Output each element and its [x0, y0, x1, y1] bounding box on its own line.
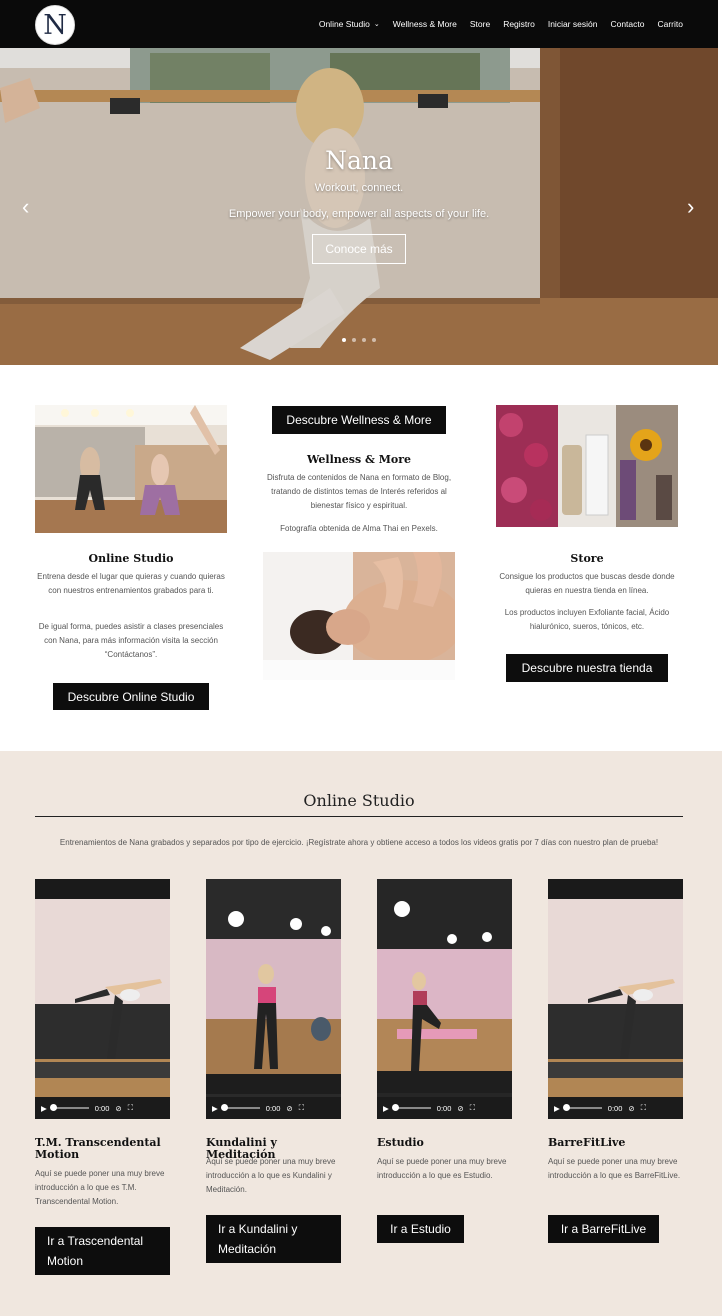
card-text: Aquí se puede poner una muy breve introd… [35, 1169, 165, 1206]
hero-description: Empower your body, empower all aspects o… [228, 208, 490, 220]
slider-next-icon[interactable]: › [687, 196, 694, 218]
play-icon[interactable]: ▶ [41, 1104, 47, 1113]
fullscreen-icon[interactable]: ⛶ [470, 1103, 475, 1113]
video-player[interactable]: ▶ 0:00 ⊘ ⛶ [377, 879, 512, 1119]
video-controls: ▶ 0:00 ⊘ ⛶ [206, 1097, 341, 1119]
store-text-2: Los productos incluyen Exfoliante facial… [504, 608, 670, 631]
progress-slider[interactable] [391, 1104, 431, 1111]
wellness-text-2: Fotografía obtenida de Alma Thai en Pexe… [280, 524, 438, 533]
slider-dot[interactable] [372, 338, 376, 342]
nav-store[interactable]: Store [470, 19, 490, 29]
store-image [496, 405, 678, 527]
progress-slider[interactable] [49, 1104, 89, 1111]
video-thumbnail [548, 879, 683, 1119]
chevron-down-icon: ⌄ [373, 21, 380, 28]
progress-slider[interactable] [220, 1104, 260, 1111]
wellness-title: Wellness & More [306, 453, 412, 466]
video-controls: ▶ 0:00 ⊘ ⛶ [548, 1097, 683, 1119]
video-time: 0:00 [436, 1103, 452, 1113]
site-header: N Online Studio ⌄ Wellness & More Store R… [0, 0, 718, 48]
store-text-1: Consigue los productos que buscas desde … [499, 572, 675, 595]
online-studio-title: Online Studio [88, 552, 174, 565]
ir-trascendental-button[interactable]: Ir a Trascendental Motion [35, 1227, 170, 1275]
video-player[interactable]: ▶ 0:00 ⊘ ⛶ [548, 879, 683, 1119]
mute-icon[interactable]: ⊘ [628, 1104, 634, 1113]
online-studio-text-1: Entrena desde el lugar que quieras y cua… [37, 572, 225, 595]
logo-letter: N [43, 9, 67, 41]
descubre-online-studio-button[interactable]: Descubre Online Studio [53, 683, 209, 710]
nav-online-studio[interactable]: Online Studio ⌄ [319, 19, 380, 29]
slider-dots [342, 338, 376, 342]
descubre-wellness-button[interactable]: Descubre Wellness & More [272, 406, 446, 434]
video-thumbnail [206, 879, 341, 1119]
wellness-image [263, 552, 455, 680]
slider-dot[interactable] [342, 338, 346, 342]
hero-overlay [0, 48, 718, 365]
slider-prev-icon[interactable]: ‹ [22, 196, 29, 218]
fullscreen-icon[interactable]: ⛶ [299, 1103, 304, 1113]
video-thumbnail [35, 879, 170, 1119]
mute-icon[interactable]: ⊘ [286, 1104, 292, 1113]
mute-icon[interactable]: ⊘ [115, 1104, 121, 1113]
card-text: Aquí se puede poner una muy breve introd… [377, 1157, 507, 1180]
hero-slider: Nana Workout, connect. Empower your body… [0, 48, 718, 365]
video-controls: ▶ 0:00 ⊘ ⛶ [377, 1097, 512, 1119]
online-studio-text-2: De igual forma, puedes asistir a clases … [38, 622, 224, 659]
card-title: Estudio [377, 1136, 424, 1149]
play-icon[interactable]: ▶ [554, 1104, 560, 1113]
descubre-tienda-button[interactable]: Descubre nuestra tienda [506, 654, 668, 682]
section-title: Online Studio [303, 791, 415, 810]
play-icon[interactable]: ▶ [212, 1104, 218, 1113]
section-intro: Entrenamientos de Nana grabados y separa… [59, 838, 659, 847]
store-title: Store [570, 552, 604, 565]
mute-icon[interactable]: ⊘ [457, 1104, 463, 1113]
video-thumbnail [377, 879, 512, 1119]
card-text: Aquí se puede poner una muy breve introd… [548, 1157, 681, 1180]
fullscreen-icon[interactable]: ⛶ [128, 1103, 133, 1113]
online-studio-section: Online Studio Entrenamientos de Nana gra… [0, 751, 722, 1316]
fullscreen-icon[interactable]: ⛶ [641, 1103, 646, 1113]
nav-wellness[interactable]: Wellness & More [393, 19, 457, 29]
video-player[interactable]: ▶ 0:00 ⊘ ⛶ [35, 879, 170, 1119]
play-icon[interactable]: ▶ [383, 1104, 389, 1113]
nav-carrito[interactable]: Carrito [657, 19, 683, 29]
video-player[interactable]: ▶ 0:00 ⊘ ⛶ [206, 879, 341, 1119]
divider [35, 816, 683, 817]
ir-barrefitlive-button[interactable]: Ir a BarreFitLive [548, 1215, 659, 1243]
nav-iniciar-sesion[interactable]: Iniciar sesión [548, 19, 598, 29]
logo[interactable]: N [35, 5, 75, 45]
video-time: 0:00 [607, 1103, 623, 1113]
features-section: Online Studio Entrena desde el lugar que… [0, 365, 718, 751]
nav-registro[interactable]: Registro [503, 19, 535, 29]
conoce-mas-button[interactable]: Conoce más [312, 234, 406, 264]
hero-subtitle: Workout, connect. [314, 182, 404, 194]
card-title: T.M. Transcendental Motion [35, 1136, 161, 1161]
slider-dot[interactable] [362, 338, 366, 342]
progress-slider[interactable] [562, 1104, 602, 1111]
online-studio-image [35, 405, 227, 533]
ir-estudio-button[interactable]: Ir a Estudio [377, 1215, 464, 1243]
slider-dot[interactable] [352, 338, 356, 342]
nav-contacto[interactable]: Contacto [610, 19, 644, 29]
hero-title: Nana [325, 146, 393, 175]
nav-label: Online Studio [318, 19, 370, 29]
wellness-text-1: Disfruta de contenidos de Nana en format… [266, 473, 452, 510]
video-time: 0:00 [265, 1103, 281, 1113]
card-text: Aquí se puede poner una muy breve introd… [206, 1157, 336, 1194]
video-time: 0:00 [94, 1103, 110, 1113]
ir-kundalini-button[interactable]: Ir a Kundalini y Meditación [206, 1215, 341, 1263]
card-title: BarreFitLive [548, 1136, 626, 1149]
main-nav: Online Studio ⌄ Wellness & More Store Reg… [319, 0, 683, 48]
video-controls: ▶ 0:00 ⊘ ⛶ [35, 1097, 170, 1119]
